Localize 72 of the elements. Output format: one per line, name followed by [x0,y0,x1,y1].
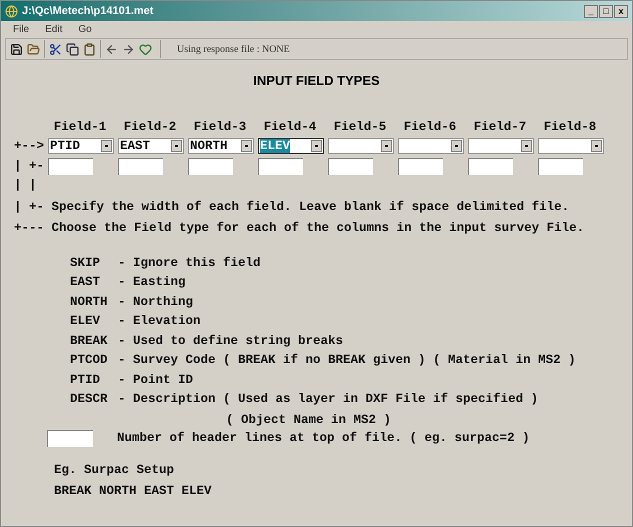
field-type-description: - Point ID [118,374,194,386]
field-label: Field-6 [404,120,456,133]
field-type-description: - Elevation [118,315,201,328]
dropdown-value: NORTH [190,139,228,154]
window-title: J:\Qc\Metech\p14101.met [22,4,154,19]
field-type-dropdown[interactable] [538,138,604,154]
field-type-description: - Easting [118,276,186,288]
instruction-text: +--- Choose the Field type for each of the columns in the input survey File. [14,221,584,235]
field-type-code: SKIP [70,256,102,269]
width-field[interactable] [328,158,373,174]
maximize-button[interactable]: □ [599,4,613,18]
field-type-dropdown[interactable] [328,138,394,154]
field-type-code: DESCR [70,393,109,406]
width-field[interactable] [188,158,233,174]
field-type-code: NORTH [70,296,109,308]
field-type-code: PTCOD [70,354,109,366]
field-type-description: - Used to define string breaks [118,334,344,347]
width-field[interactable] [258,158,303,174]
field-type-description: - Survey Code ( BREAK if no BREAK given ) ( Material in MS2 ) [118,354,576,366]
row-marker: | | [14,178,37,192]
example-line: BREAK NORTH EAST ELEV [54,484,212,498]
field-type-dropdown[interactable]: ELEV [258,138,324,154]
field-type-dropdown[interactable]: NORTH [188,138,254,154]
width-field[interactable] [118,158,163,174]
minimize-button[interactable]: _ [584,4,598,18]
field-type-code: PTID [70,374,102,386]
menu-item[interactable]: File [13,22,30,37]
paste-icon[interactable] [83,42,96,56]
width-field[interactable] [468,158,513,174]
width-field[interactable] [398,158,443,174]
field-type-description: - Ignore this field [118,256,261,269]
field-type-code: ELEV [70,315,102,328]
dropdown-value: ELEV [260,139,290,154]
example-title: Eg. Surpac Setup [54,463,174,477]
field-label: Field-8 [544,120,596,133]
field-type-description: - Description ( Used as layer in DXF File if specified ) [118,393,538,406]
header-lines-field[interactable] [47,430,93,447]
heading: INPUT FIELD TYPES [253,72,380,90]
field-type-description: ( Object Name in MS2 ) [226,412,392,426]
back-icon[interactable] [105,42,118,56]
field-type-dropdown[interactable] [398,138,464,154]
menu-item[interactable]: Edit [45,22,62,37]
heart-icon[interactable] [139,42,152,56]
width-field[interactable] [48,158,93,174]
dropdown-value: PTID [50,139,80,154]
app-icon [5,4,18,18]
header-lines-label: Number of header lines at top of file. ( eg. surpac=2 ) [117,432,530,445]
width-field[interactable] [538,158,583,174]
instruction-text: | +- Specify the width of each field. Leave blank if space delimited file. [14,200,570,214]
field-type-dropdown[interactable] [468,138,534,154]
field-label: Field-7 [474,120,526,133]
field-type-code: BREAK [70,334,109,347]
forward-icon[interactable] [122,42,135,56]
close-button[interactable]: x [614,4,628,18]
save-icon[interactable] [10,42,23,56]
row-marker: +--> [14,140,46,152]
field-label: Field-5 [334,120,386,133]
status-text: Using response file : NONE [177,42,290,56]
field-label: Field-3 [194,120,246,133]
field-label: Field-4 [264,120,316,133]
field-type-description: - Northing [118,296,194,308]
folder-icon[interactable] [27,42,40,56]
row-marker: | +- [14,160,46,172]
field-type-dropdown[interactable]: EAST [118,138,184,154]
cut-icon[interactable] [49,42,62,56]
copy-icon[interactable] [66,42,79,56]
menu-item[interactable]: Go [78,22,92,37]
field-label: Field-1 [54,120,106,133]
field-type-code: EAST [70,276,102,288]
field-label: Field-2 [124,120,176,133]
dropdown-value: EAST [120,139,150,154]
field-type-dropdown[interactable]: PTID [48,138,114,154]
